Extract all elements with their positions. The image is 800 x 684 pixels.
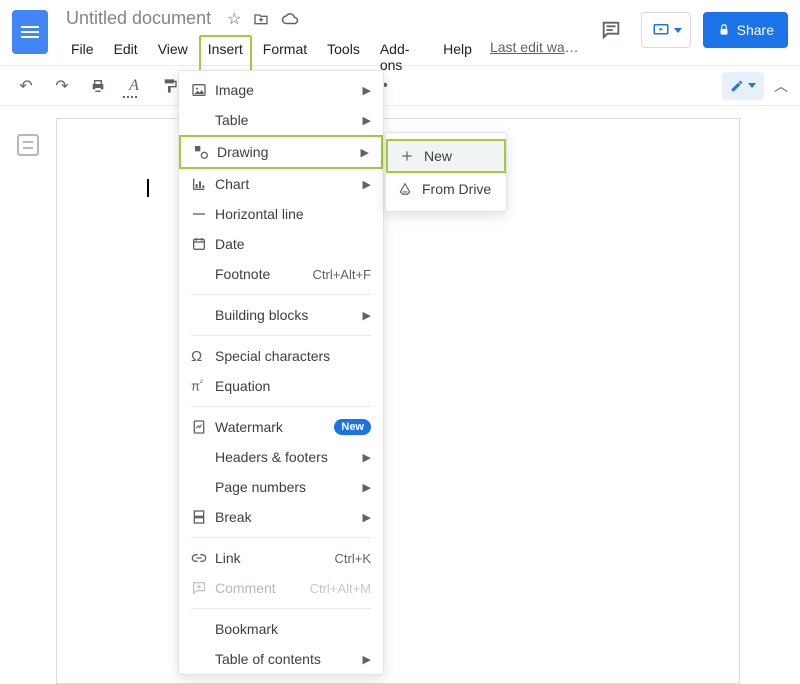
cloud-status-icon[interactable]	[281, 10, 299, 28]
submenu-arrow-icon: ▶	[363, 451, 371, 464]
submenu-arrow-icon: ▶	[363, 178, 371, 191]
insert-menu-item-image[interactable]: Image▶	[179, 75, 383, 105]
menu-item-label: Table of contents	[215, 651, 363, 667]
menu-item-label: Link	[215, 550, 335, 566]
link-icon	[191, 550, 215, 566]
insert-menu-item-equation[interactable]: π²Equation	[179, 371, 383, 401]
submenu-arrow-icon: ▶	[363, 84, 371, 97]
insert-menu-item-break[interactable]: Break▶	[179, 502, 383, 532]
insert-menu-dropdown: Image▶Table▶Drawing▶Chart▶Horizontal lin…	[178, 70, 384, 675]
print-icon[interactable]	[84, 72, 112, 100]
new-badge: New	[334, 419, 371, 435]
undo-icon[interactable]: ↶	[12, 72, 40, 100]
star-icon[interactable]: ☆	[227, 9, 241, 29]
watermark-icon	[191, 419, 215, 435]
menu-item-label: Building blocks	[215, 307, 363, 323]
menu-item-label: Special characters	[215, 348, 371, 364]
menu-item-label: Watermark	[215, 419, 334, 435]
menu-item-label: Equation	[215, 378, 371, 394]
move-icon[interactable]	[253, 11, 269, 27]
insert-menu-item-horizontal-line[interactable]: Horizontal line	[179, 199, 383, 229]
open-comments-icon[interactable]	[593, 12, 629, 48]
submenu-arrow-icon: ▶	[361, 146, 369, 159]
menu-item-label: Image	[215, 82, 363, 98]
drawing-submenu-item-from-drive[interactable]: From Drive	[386, 173, 506, 205]
drive-icon	[398, 182, 422, 196]
date-icon	[191, 236, 215, 252]
submenu-item-label: From Drive	[422, 181, 491, 197]
insert-menu-item-drawing[interactable]: Drawing▶	[179, 135, 383, 169]
submenu-arrow-icon: ▶	[363, 481, 371, 494]
shortcut-label: Ctrl+K	[335, 551, 371, 566]
menu-item-label: Headers & footers	[215, 449, 363, 465]
insert-menu-item-table[interactable]: Table▶	[179, 105, 383, 135]
spellcheck-icon[interactable]: A	[120, 72, 148, 100]
menu-item-label: Drawing	[217, 144, 361, 160]
insert-menu-item-watermark[interactable]: WatermarkNew	[179, 412, 383, 442]
text-cursor	[147, 179, 149, 197]
redo-icon[interactable]: ↷	[48, 72, 76, 100]
menu-item-label: Bookmark	[215, 621, 371, 637]
insert-menu-item-special-characters[interactable]: ΩSpecial characters	[179, 341, 383, 371]
insert-menu-item-footnote[interactable]: FootnoteCtrl+Alt+F	[179, 259, 383, 289]
document-outline-icon[interactable]	[17, 134, 39, 156]
insert-menu-item-bookmark[interactable]: Bookmark	[179, 614, 383, 644]
drawing-submenu-item-new[interactable]: New	[386, 139, 506, 173]
omega-icon: Ω	[191, 348, 215, 365]
insert-menu-item-table-of-contents[interactable]: Table of contents▶	[179, 644, 383, 674]
comment-icon	[191, 580, 215, 596]
menu-item-label: Horizontal line	[215, 206, 371, 222]
docs-logo[interactable]	[12, 10, 48, 54]
insert-menu-item-link[interactable]: LinkCtrl+K	[179, 543, 383, 573]
share-button[interactable]: Share	[703, 12, 788, 48]
last-edit-link[interactable]: Last edit was 10…	[483, 35, 593, 79]
submenu-arrow-icon: ▶	[363, 114, 371, 127]
shortcut-label: Ctrl+Alt+F	[312, 267, 371, 282]
chevron-down-icon	[674, 28, 682, 33]
drawing-submenu: New From Drive	[385, 132, 507, 212]
menu-item-label: Chart	[215, 176, 363, 192]
menu-item-label: Date	[215, 236, 371, 252]
insert-menu-item-comment: CommentCtrl+Alt+M	[179, 573, 383, 603]
menu-item-label: Comment	[215, 580, 310, 596]
pi-icon: π²	[191, 378, 215, 393]
insert-menu-item-page-numbers[interactable]: Page numbers▶	[179, 472, 383, 502]
insert-menu-item-headers-footers[interactable]: Headers & footers▶	[179, 442, 383, 472]
doc-title[interactable]: Untitled document	[62, 6, 215, 31]
chevron-down-icon	[748, 83, 756, 88]
shortcut-label: Ctrl+Alt+M	[310, 581, 371, 596]
collapse-toolbar-icon[interactable]: ︿	[774, 76, 788, 96]
editing-mode-button[interactable]	[722, 72, 764, 100]
menu-item-label: Page numbers	[215, 479, 363, 495]
plus-icon	[400, 149, 424, 163]
insert-menu-item-date[interactable]: Date	[179, 229, 383, 259]
hline-icon	[191, 206, 215, 222]
menu-item-label: Break	[215, 509, 363, 525]
menu-help[interactable]: Help	[434, 35, 481, 79]
insert-menu-item-chart[interactable]: Chart▶	[179, 169, 383, 199]
share-label: Share	[737, 22, 774, 38]
insert-menu-item-building-blocks[interactable]: Building blocks▶	[179, 300, 383, 330]
present-button[interactable]	[641, 12, 691, 48]
break-icon	[191, 509, 215, 525]
drawing-icon	[193, 144, 217, 160]
menu-item-label: Table	[215, 112, 363, 128]
submenu-item-label: New	[424, 148, 452, 164]
submenu-arrow-icon: ▶	[363, 653, 371, 666]
image-icon	[191, 82, 215, 98]
menu-item-label: Footnote	[215, 266, 312, 282]
chart-icon	[191, 176, 215, 192]
submenu-arrow-icon: ▶	[363, 511, 371, 524]
submenu-arrow-icon: ▶	[363, 309, 371, 322]
